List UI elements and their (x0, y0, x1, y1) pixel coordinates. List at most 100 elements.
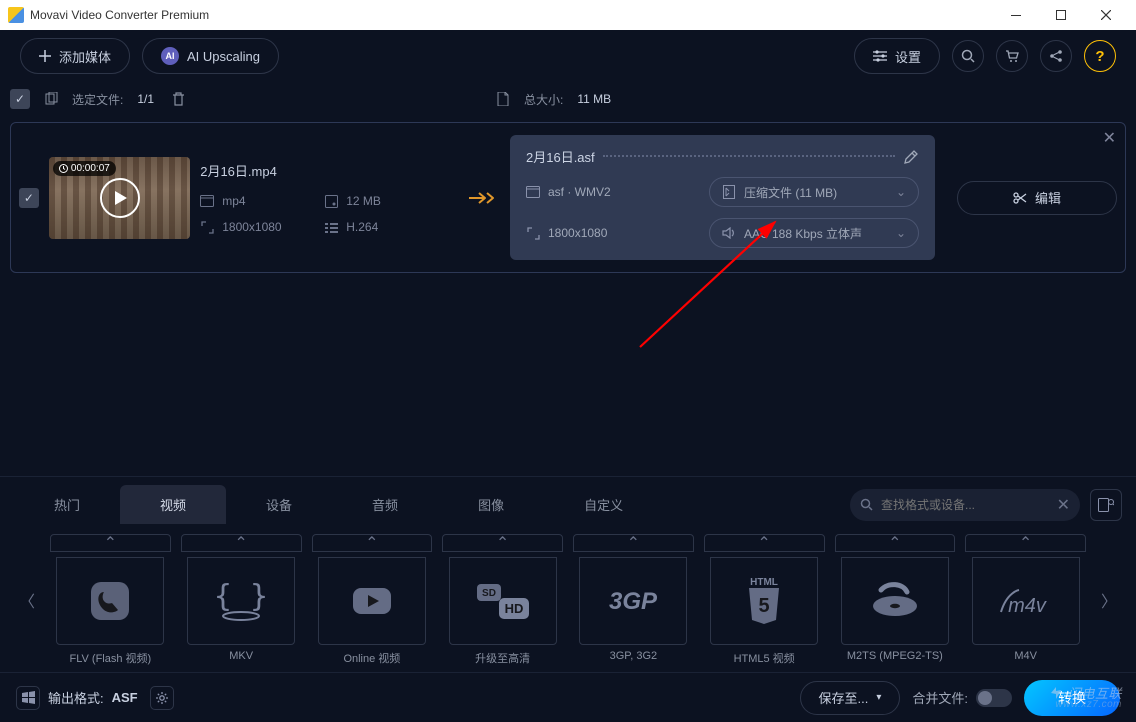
ai-upscaling-label: AI Upscaling (187, 49, 260, 64)
total-size-value: 11 MB (577, 92, 611, 106)
app-body: 添加媒体 AI AI Upscaling 设置 ? ✓ 选定文件: 1/1 (0, 30, 1136, 722)
edit-label: 编辑 (1035, 188, 1061, 207)
output-format-label: 输出格式: (48, 688, 104, 707)
close-button[interactable] (1083, 1, 1128, 29)
selected-label: 选定文件: (72, 91, 123, 108)
edit-button[interactable]: 编辑 (957, 181, 1117, 215)
compress-icon (722, 185, 736, 199)
tab-custom[interactable]: 自定义 (544, 485, 663, 524)
item-checkbox[interactable]: ✓ (19, 188, 39, 208)
format-card-flv[interactable]: ⌃ FLV (Flash 视频) (50, 534, 171, 666)
format-panel: 热门 视频 设备 音频 图像 自定义 ✕ 〈 ⌃ FLV (Flash 视频) (0, 476, 1136, 722)
audio-value: AAC 188 Kbps 立体声 (744, 225, 862, 242)
format-label: FLV (Flash 视频) (70, 650, 152, 666)
format-label: 升级至高清 (475, 650, 530, 666)
help-button[interactable]: ? (1084, 40, 1116, 72)
chevron-down-icon: ▾ (876, 692, 881, 703)
windows-icon (16, 686, 40, 710)
bluray-icon (867, 576, 923, 626)
convert-button[interactable]: 转换 (1024, 680, 1120, 716)
save-to-label: 保存至... (819, 688, 869, 707)
format-card-html5[interactable]: ⌃ HTML5 HTML5 视频 (704, 534, 825, 666)
video-thumbnail[interactable]: 00:00:07 (49, 157, 190, 239)
sliders-icon (873, 50, 887, 62)
tab-hot[interactable]: 热门 (14, 485, 120, 524)
youtube-icon (347, 576, 397, 626)
scroll-right-button[interactable]: 〉 (1096, 535, 1122, 665)
source-filename: 2月16日.mp4 (200, 161, 454, 180)
format-label: 3GP, 3G2 (610, 650, 658, 662)
delete-button[interactable] (168, 89, 188, 109)
pencil-icon (903, 149, 919, 165)
svg-text:HTML: HTML (750, 577, 778, 588)
format-label: M4V (1014, 650, 1037, 662)
device-icon (1098, 498, 1114, 512)
share-button[interactable] (1040, 40, 1072, 72)
file-icon (496, 92, 510, 106)
source-resolution: 1800x1080 (222, 220, 281, 234)
play-icon (100, 178, 140, 218)
source-container: mp4 (222, 194, 245, 208)
scissors-icon (1013, 191, 1027, 205)
save-to-button[interactable]: 保存至... ▾ (800, 681, 901, 715)
expand-icon: ⌃ (965, 534, 1086, 552)
format-tabs: 热门 视频 设备 音频 图像 自定义 ✕ (0, 477, 1136, 524)
detect-device-button[interactable] (1090, 489, 1122, 521)
maximize-button[interactable] (1038, 1, 1083, 29)
window-titlebar: Movavi Video Converter Premium (0, 0, 1136, 30)
codec-icon (324, 220, 338, 234)
resolution-icon (200, 220, 214, 234)
format-search[interactable]: ✕ (850, 489, 1080, 521)
tab-audio[interactable]: 音频 (332, 485, 438, 524)
compress-value: 压缩文件 (11 MB) (744, 184, 837, 201)
cart-button[interactable] (996, 40, 1028, 72)
output-format: 输出格式: ASF (16, 686, 174, 710)
format-card-hd[interactable]: ⌃ SD HD 升级至高清 (442, 534, 563, 666)
selection-bar: ✓ 选定文件: 1/1 总大小: 11 MB (0, 82, 1136, 116)
output-format-value: ASF (112, 690, 138, 705)
search-icon (961, 49, 975, 63)
ai-upscaling-button[interactable]: AI AI Upscaling (142, 38, 279, 74)
output-panel: 2月16日.asf asf · WMV2 压缩文件 (11 MB) ⌄ 1800… (510, 135, 935, 260)
minimize-button[interactable] (993, 1, 1038, 29)
format-card-m2ts[interactable]: ⌃ M2TS (MPEG2-TS) (835, 534, 956, 666)
tab-video[interactable]: 视频 (120, 485, 226, 524)
format-list: ⌃ FLV (Flash 视频) ⌃ { } MKV ⌃ Online 视频 ⌃ (50, 534, 1086, 666)
tab-device[interactable]: 设备 (226, 485, 332, 524)
format-search-input[interactable] (881, 498, 1049, 512)
format-card-3gp[interactable]: ⌃ 3GP 3GP, 3G2 (573, 534, 694, 666)
expand-icon: ⌃ (442, 534, 563, 552)
audio-select[interactable]: AAC 188 Kbps 立体声 ⌄ (709, 218, 919, 248)
select-all-checkbox[interactable]: ✓ (10, 89, 30, 109)
format-settings-button[interactable] (150, 686, 174, 710)
source-info: 2月16日.mp4 mp4 12 MB 1800x1080 H.264 (200, 161, 454, 234)
search-button[interactable] (952, 40, 984, 72)
settings-button[interactable]: 设置 (854, 38, 940, 74)
format-card-online[interactable]: ⌃ Online 视频 (312, 534, 433, 666)
chevron-down-icon: ⌄ (896, 226, 906, 240)
compress-select[interactable]: 压缩文件 (11 MB) ⌄ (709, 177, 919, 207)
svg-text:SD: SD (482, 588, 496, 599)
duration-text: 00:00:07 (71, 163, 110, 174)
3gp-icon: 3GP (603, 576, 663, 626)
svg-text:HD: HD (504, 601, 523, 616)
chevron-down-icon: ⌄ (896, 185, 906, 199)
footer-bar: 输出格式: ASF 保存至... ▾ 合并文件: 转换 闪电互联 www.xz7… (0, 672, 1136, 722)
html5-icon: HTML5 (739, 574, 789, 628)
add-media-button[interactable]: 添加媒体 (20, 38, 130, 74)
svg-text:3GP: 3GP (609, 588, 658, 615)
format-card-m4v[interactable]: ⌃ m4v M4V (965, 534, 1086, 666)
scroll-left-button[interactable]: 〈 (14, 535, 40, 665)
resolution-icon (526, 226, 540, 240)
gear-icon (155, 691, 169, 705)
speaker-icon (722, 226, 736, 240)
add-media-label: 添加媒体 (59, 47, 111, 66)
tab-image[interactable]: 图像 (438, 485, 544, 524)
item-close-button[interactable]: ✕ (1103, 128, 1116, 148)
clear-search-icon[interactable]: ✕ (1057, 495, 1070, 515)
merge-switch[interactable] (976, 689, 1012, 707)
hd-icon: SD HD (473, 576, 533, 626)
copy-icon (44, 92, 58, 106)
rename-button[interactable] (903, 149, 919, 165)
format-card-mkv[interactable]: ⌃ { } MKV (181, 534, 302, 666)
